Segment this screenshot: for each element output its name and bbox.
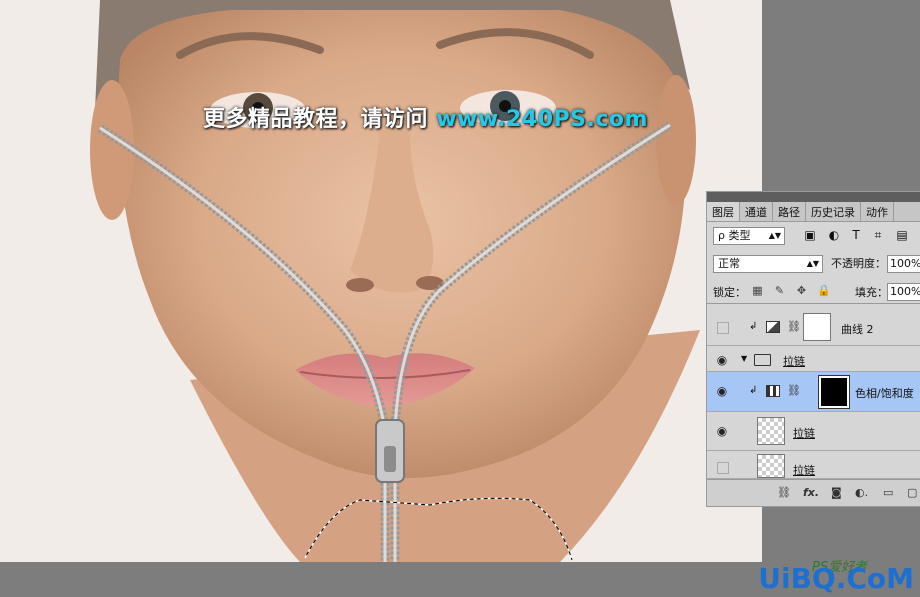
filter-kind-label: ρ 类型 <box>718 229 751 242</box>
new-group-icon[interactable]: ▭ <box>883 486 893 499</box>
chevron-updown-icon: ▲▼ <box>806 259 819 268</box>
link-chain-icon[interactable]: ⛓ <box>787 384 801 397</box>
shape-filter-icon[interactable]: ⌗ <box>871 228 885 242</box>
eye-icon[interactable]: ◉ <box>715 354 729 366</box>
link-layers-icon[interactable]: ⛓ <box>777 486 791 499</box>
disclosure-triangle-icon[interactable]: ▼ <box>741 354 747 363</box>
adjustment-filter-icon[interactable]: ◐ <box>827 228 841 242</box>
layer-row[interactable]: ◉ 拉链 <box>707 413 920 451</box>
tab-paths[interactable]: 路径 <box>773 202 806 221</box>
layer-mask-thumbnail[interactable] <box>818 375 850 409</box>
watermark-text: 更多精品教程，请访问 www.240PS.com <box>203 101 648 133</box>
watermark-label: 更多精品教程，请访问 <box>203 107 429 132</box>
filter-kind-select[interactable]: ρ 类型 ▲▼ <box>713 227 785 245</box>
fill-input[interactable]: 100% <box>887 283 920 301</box>
layer-name: 曲线 2 <box>841 323 874 336</box>
new-layer-icon[interactable]: ▢ <box>907 486 917 499</box>
curves-adjustment-icon <box>766 321 780 333</box>
lock-brush-icon[interactable]: ✎ <box>773 284 786 297</box>
tab-layers[interactable]: 图层 <box>707 202 740 221</box>
site-logo: UiBQ.CoM <box>758 562 914 595</box>
fx-icon[interactable]: fx. <box>803 486 819 499</box>
smart-object-filter-icon[interactable]: ▤ <box>895 228 909 242</box>
image-filter-icon[interactable]: ▣ <box>803 228 817 242</box>
folder-icon <box>754 354 771 366</box>
visibility-toggle[interactable] <box>717 462 729 474</box>
add-mask-icon[interactable]: ◙ <box>831 486 842 499</box>
filter-row: ρ 类型 ▲▼ ▣ ◐ T ⌗ ▤ <box>707 224 920 248</box>
hue-saturation-icon <box>766 385 780 397</box>
layer-thumbnail[interactable] <box>757 454 785 478</box>
tab-actions[interactable]: 动作 <box>861 202 894 221</box>
layer-group-row[interactable]: ◉ ▼ 拉链 <box>707 349 920 372</box>
blend-mode-select[interactable]: 正常 ▲▼ <box>713 255 823 273</box>
lock-all-icon[interactable]: 🔒 <box>817 284 831 297</box>
blend-row: 正常 ▲▼ 不透明度： 100% <box>707 252 920 276</box>
panel-bottom-bar: ⛓ fx. ◙ ◐. ▭ ▢ <box>707 479 920 506</box>
layer-row[interactable]: ↲ ⛓ 曲线 2 <box>707 310 920 346</box>
watermark-url: www.240PS.com <box>436 107 648 132</box>
opacity-input[interactable]: 100% <box>887 255 920 273</box>
layer-name: 拉链 <box>793 427 815 440</box>
layer-row[interactable]: 拉链 <box>707 452 920 479</box>
layer-thumbnail[interactable] <box>757 417 785 445</box>
lock-transparency-icon[interactable]: ▦ <box>751 284 764 297</box>
layers-panel: 图层 通道 路径 历史记录 动作 ρ 类型 ▲▼ ▣ ◐ T ⌗ ▤ 正常 ▲▼… <box>706 191 920 507</box>
fill-label: 填充： <box>855 286 888 299</box>
eye-icon[interactable]: ◉ <box>715 425 729 437</box>
portrait-photo <box>0 0 762 562</box>
lock-move-icon[interactable]: ✥ <box>795 284 808 297</box>
blend-mode-value: 正常 <box>718 257 740 270</box>
tab-channels[interactable]: 通道 <box>740 202 773 221</box>
panel-grip[interactable] <box>707 192 920 202</box>
lock-label: 锁定： <box>713 286 746 299</box>
layer-mask-thumbnail[interactable] <box>803 313 831 341</box>
clip-arrow-icon: ↲ <box>749 385 758 396</box>
type-filter-icon[interactable]: T <box>849 228 863 242</box>
layer-name: 拉链 <box>793 464 815 477</box>
panel-tabs: 图层 通道 路径 历史记录 动作 <box>707 202 920 222</box>
document-canvas[interactable]: 更多精品教程，请访问 www.240PS.com <box>0 0 762 562</box>
layer-row-selected[interactable]: ◉ ↲ ⛓ 色相/饱和度 <box>707 372 920 412</box>
chevron-updown-icon: ▲▼ <box>768 231 781 240</box>
eye-icon[interactable]: ◉ <box>715 385 729 397</box>
layer-name: 拉链 <box>783 355 805 368</box>
new-adjustment-icon[interactable]: ◐. <box>855 486 868 499</box>
clip-arrow-icon: ↲ <box>749 321 758 332</box>
layer-name: 色相/饱和度 <box>855 387 914 400</box>
lock-row: 锁定： ▦ ✎ ✥ 🔒 填充： 100% <box>707 281 920 304</box>
tab-history[interactable]: 历史记录 <box>806 202 861 221</box>
visibility-toggle[interactable] <box>717 322 729 334</box>
opacity-label: 不透明度： <box>831 257 886 270</box>
link-chain-icon[interactable]: ⛓ <box>787 320 801 333</box>
